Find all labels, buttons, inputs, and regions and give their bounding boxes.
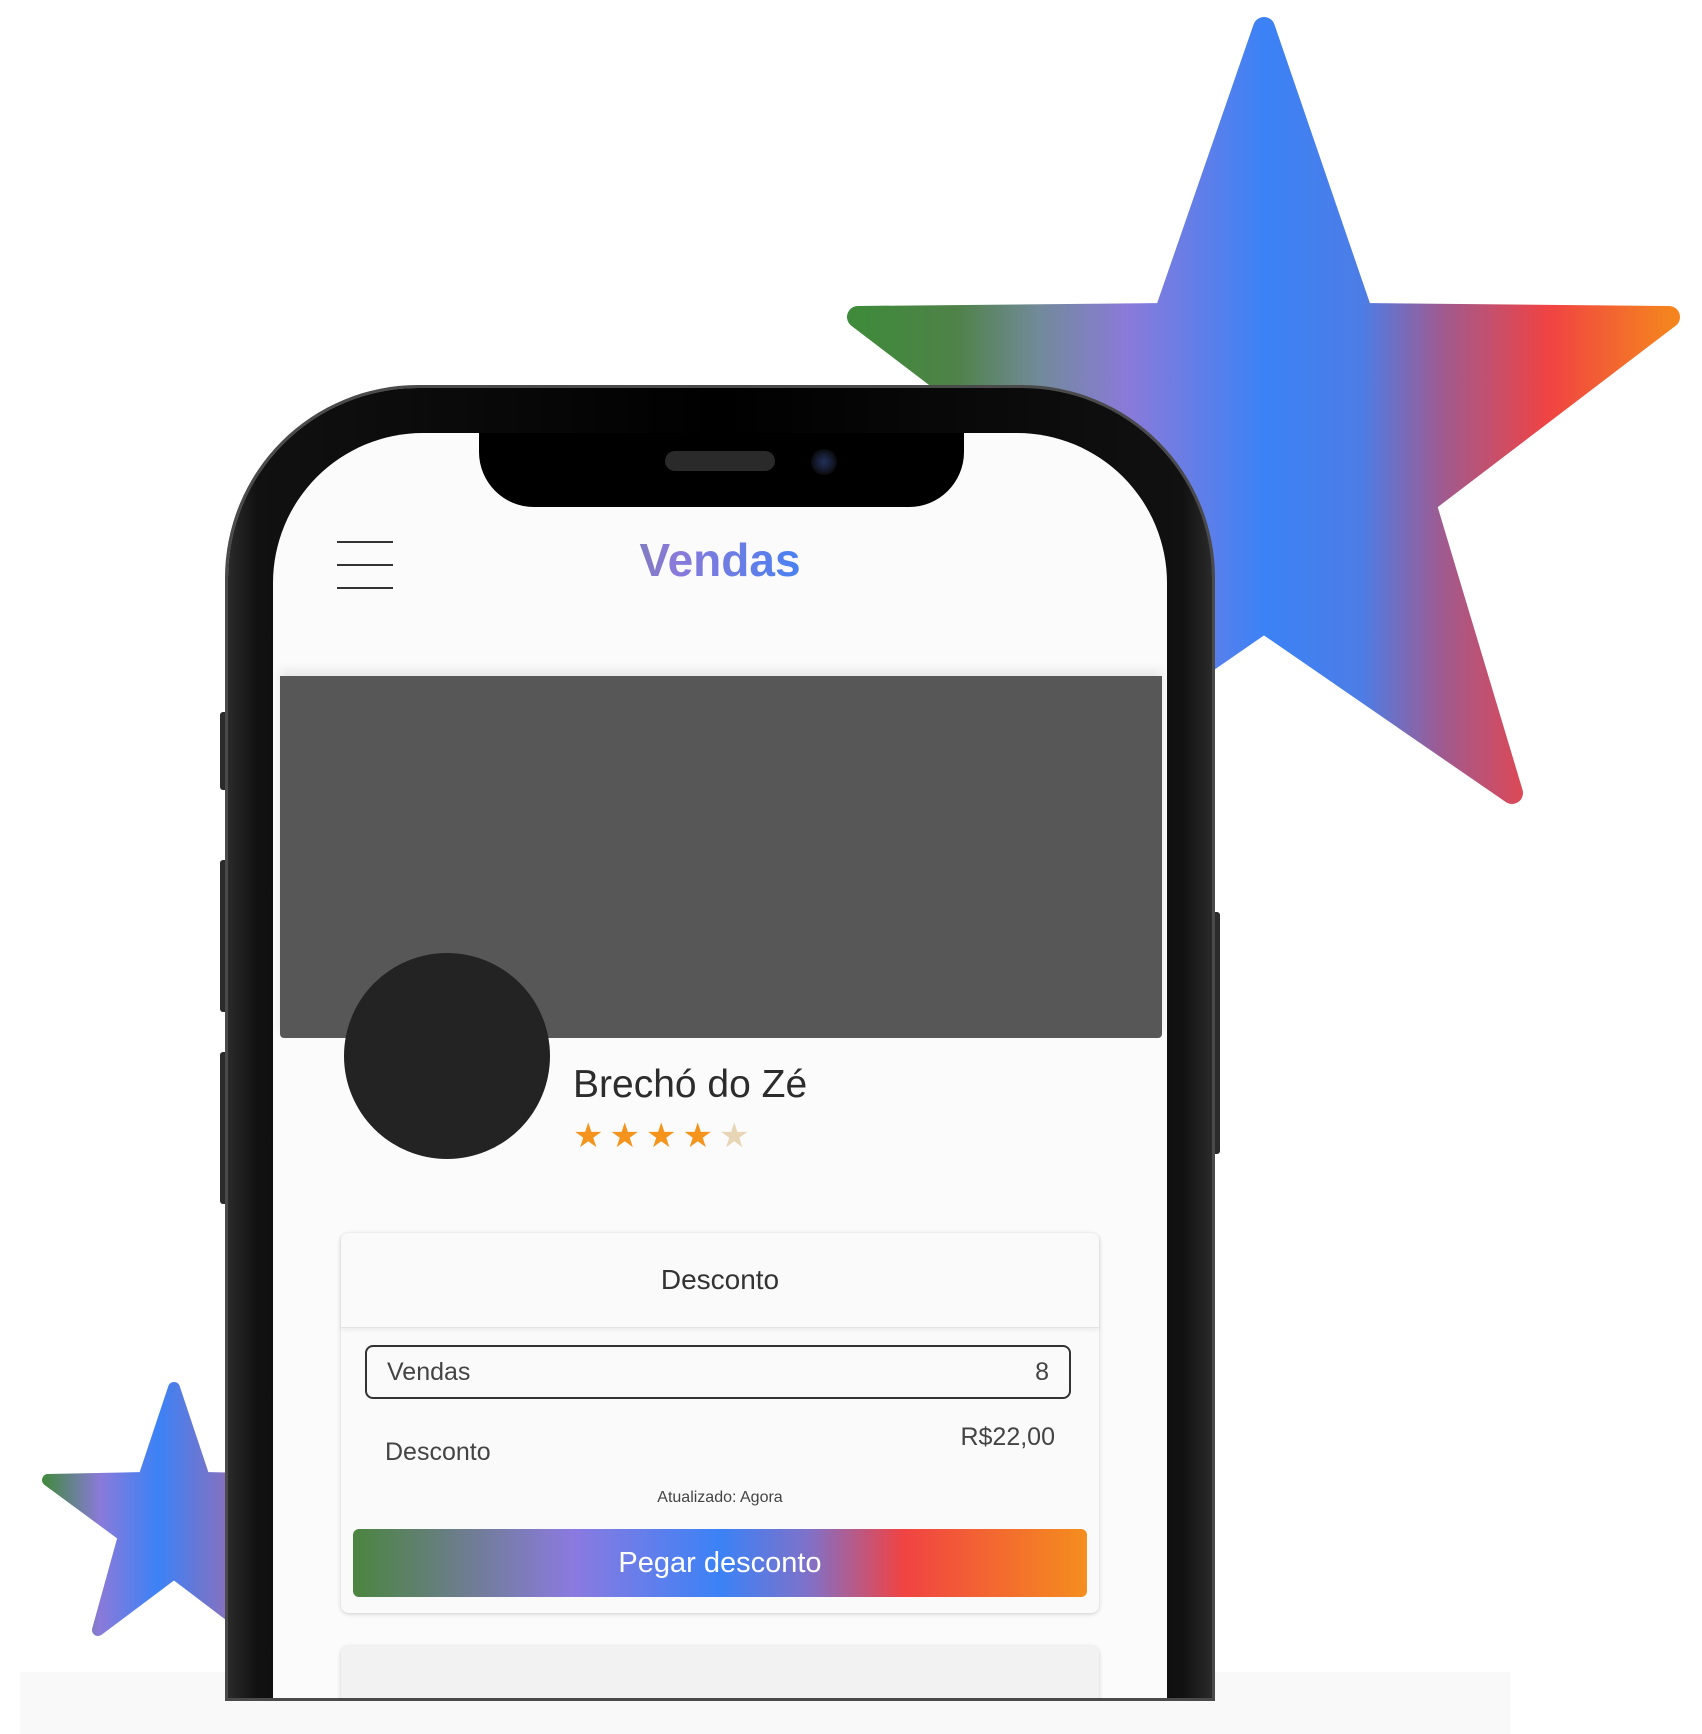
get-discount-button[interactable]: Pegar desconto (353, 1529, 1087, 1597)
discount-value: R$22,00 (960, 1423, 1055, 1451)
app-title: Vendas (273, 533, 1167, 587)
star-icon: ★ (682, 1116, 713, 1156)
next-card-partial (341, 1646, 1099, 1698)
phone-notch (479, 433, 964, 507)
speaker-grille (665, 451, 775, 471)
discount-card-title: Desconto (341, 1233, 1099, 1328)
store-name: Brechó do Zé (573, 1063, 808, 1106)
store-rating: ★ ★ ★ ★ ★ (573, 1119, 749, 1153)
sales-value: 8 (1035, 1357, 1049, 1386)
sales-label: Vendas (387, 1357, 471, 1386)
discount-label: Desconto (385, 1438, 491, 1466)
front-camera-icon (811, 449, 837, 475)
star-icon: ★ (645, 1116, 677, 1156)
star-icon: ★ (609, 1116, 640, 1156)
menu-line (337, 587, 393, 589)
phone-volume-down-button (220, 1052, 228, 1204)
star-icon: ★ (718, 1116, 750, 1156)
discount-card: Desconto Vendas 8 Desconto R$22,00 Atual… (341, 1233, 1099, 1613)
phone-screen: Vendas Brechó do Zé ★ ★ ★ ★ ★ Desconto V… (273, 433, 1167, 1698)
phone-volume-up-button (220, 860, 228, 1012)
phone-mockup: Vendas Brechó do Zé ★ ★ ★ ★ ★ Desconto V… (228, 388, 1212, 1698)
phone-power-button (1212, 912, 1220, 1154)
sales-field[interactable]: Vendas 8 (365, 1345, 1071, 1399)
phone-mute-switch (220, 712, 228, 790)
store-avatar (344, 953, 550, 1159)
updated-timestamp: Atualizado: Agora (657, 1489, 783, 1506)
star-icon: ★ (573, 1116, 604, 1156)
